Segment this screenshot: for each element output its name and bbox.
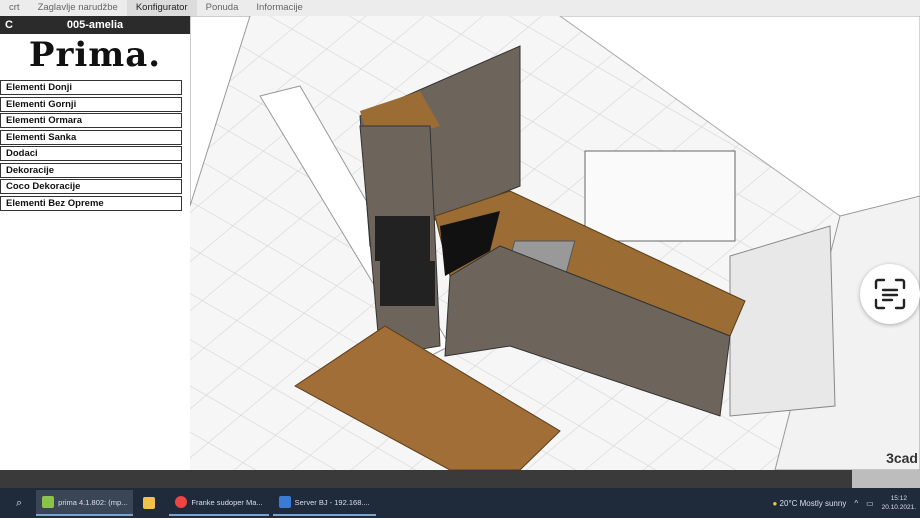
sidebar-item-coco-dekoracije[interactable]: Coco Dekoracije	[0, 179, 182, 194]
window	[584, 150, 736, 242]
notification-icon[interactable]: ▭	[866, 499, 874, 508]
chrome-icon	[175, 496, 188, 508]
status-strip	[0, 470, 920, 488]
sidebar: C 005-amelia Prima. Elementi Donji Eleme…	[0, 16, 190, 470]
taskbar: ⌕ prima 4.1.802: (mp... Franke sudoper M…	[0, 488, 920, 518]
scan-text-icon	[874, 278, 906, 310]
app-label: Franke sudoper Ma...	[191, 497, 263, 507]
sidebar-item-elementi-sanka[interactable]: Elementi Sanka	[0, 129, 182, 145]
search-icon[interactable]: ⌕	[16, 497, 22, 510]
project-code: C	[5, 19, 13, 31]
system-tray: ● 20°C Mostly sunny ^ ▭ 15:12 20.10.2021.	[772, 494, 920, 512]
sidebar-item-dekoracije[interactable]: Dekoracije	[0, 162, 182, 178]
sidebar-item-elementi-donji[interactable]: Elementi Donji	[0, 80, 182, 95]
sidebar-item-elementi-gornji[interactable]: Elementi Gornji	[0, 96, 182, 112]
date: 20.10.2021.	[881, 504, 916, 511]
project-name: 005-amelia	[66, 19, 124, 31]
sun-icon: ●	[772, 498, 778, 508]
sidebar-item-dodaci[interactable]: Dodaci	[0, 146, 182, 161]
app-label: prima 4.1.802: (mp...	[58, 497, 128, 507]
clock[interactable]: 15:12 20.10.2021.	[882, 494, 916, 512]
remote-desktop-icon	[278, 496, 291, 508]
project-header: C 005-amelia	[0, 16, 190, 34]
time: 15:12	[890, 495, 907, 502]
sidebar-item-elementi-bez-opreme[interactable]: Elementi Bez Opreme	[0, 195, 182, 211]
sidebar-item-elementi-ormara[interactable]: Elementi Ormara	[0, 113, 182, 128]
app-label: Server BJ - 192.168....	[294, 497, 370, 507]
oven-lower	[380, 261, 435, 306]
tab-ponuda[interactable]: Ponuda	[197, 0, 248, 16]
fridge	[729, 225, 836, 417]
taskbar-app-remote[interactable]: Server BJ - 192.168....	[272, 490, 376, 516]
taskbar-app-chrome[interactable]: Franke sudoper Ma...	[169, 490, 269, 516]
tab-konfigurator[interactable]: Konfigurator	[126, 0, 197, 16]
folder-icon	[143, 497, 156, 509]
chevron-up-icon[interactable]: ^	[854, 499, 858, 508]
tab-crt[interactable]: crt	[0, 0, 29, 16]
prima-logo: Prima.	[28, 35, 162, 75]
3d-viewport[interactable]: 3cad	[190, 16, 920, 470]
taskbar-app-explorer[interactable]	[137, 490, 165, 516]
taskbar-app-prima[interactable]: prima 4.1.802: (mp...	[36, 490, 134, 516]
tab-zaglavlje[interactable]: Zaglavlje narudžbe	[29, 0, 127, 16]
weather-text: 20°C Mostly sunny	[779, 498, 847, 508]
kitchen-scene	[190, 16, 920, 470]
menu-bar: crt Zaglavlje narudžbe Konfigurator Ponu…	[0, 0, 920, 16]
tab-informacije[interactable]: Informacije	[247, 0, 311, 16]
brand-watermark: 3cad	[886, 450, 918, 466]
weather-widget[interactable]: ● 20°C Mostly sunny	[772, 499, 846, 508]
prima-icon	[42, 496, 55, 508]
scan-button[interactable]	[860, 264, 920, 324]
oven-upper	[375, 216, 430, 261]
